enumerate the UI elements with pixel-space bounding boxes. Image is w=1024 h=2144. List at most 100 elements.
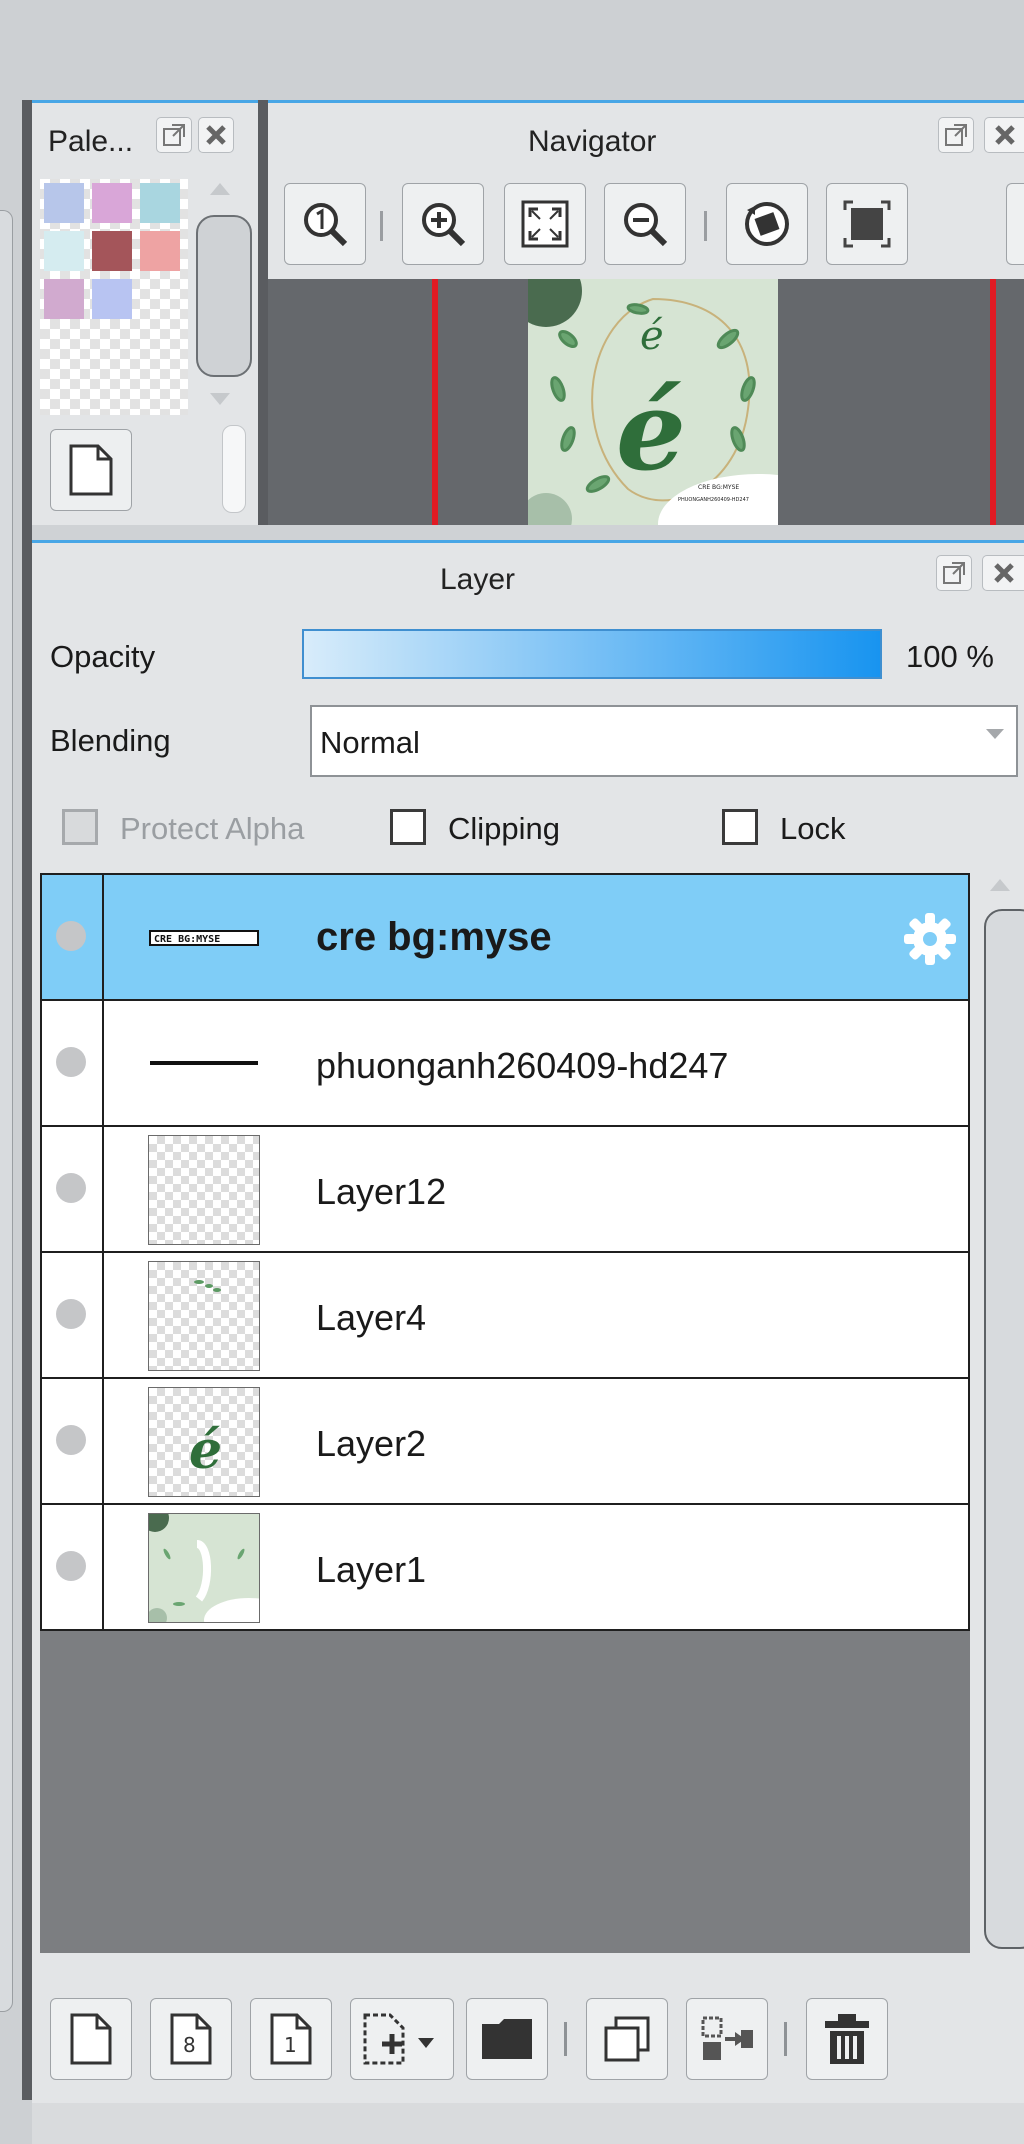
palette-swatch[interactable]	[44, 279, 84, 319]
zoom-100-icon	[304, 203, 348, 247]
palette-swatch[interactable]	[44, 183, 84, 223]
layer-row[interactable]: é Layer2	[40, 1377, 970, 1505]
rotate-icon	[745, 202, 789, 246]
visibility-dot-icon[interactable]	[56, 921, 86, 951]
flip-horizontal-button[interactable]	[826, 183, 908, 265]
layer-visibility-cell[interactable]	[42, 1001, 104, 1125]
layer-thumbnail	[148, 1261, 260, 1371]
layer-row[interactable]: Layer12	[40, 1125, 970, 1253]
layer-visibility-cell[interactable]	[42, 875, 104, 999]
navigator-close-icon[interactable]	[984, 117, 1024, 153]
new-1bit-layer-icon: 1	[270, 2013, 312, 2065]
palette-swatch-grid[interactable]	[40, 179, 188, 415]
navigator-preview-area[interactable]: é é CRE BG:MYSE PHUONGANH260409-HD247	[268, 279, 1024, 528]
layer-visibility-cell[interactable]	[42, 1505, 104, 1629]
layer-panel: Layer Opacity 100 % Blending Normal Prot…	[32, 540, 1024, 2144]
navigator-more-button[interactable]	[1006, 183, 1024, 265]
delete-layer-button[interactable]	[806, 1998, 888, 2080]
lock-checkbox[interactable]	[722, 809, 758, 845]
zoom-in-icon	[422, 203, 466, 247]
toolbar-separator	[380, 211, 383, 241]
layer-panel-title: Layer	[440, 563, 516, 596]
layer-thumbnail	[148, 1513, 260, 1623]
layer-name[interactable]: Layer12	[316, 1171, 446, 1213]
visibility-dot-icon[interactable]	[56, 1047, 86, 1077]
duplicate-layer-button[interactable]	[586, 1998, 668, 2080]
navigator-popout-icon[interactable]	[938, 117, 974, 153]
merge-layer-button[interactable]	[686, 1998, 768, 2080]
zoom-out-icon	[624, 203, 668, 247]
add-layer-menu-button[interactable]	[350, 1998, 454, 2080]
zoom-in-button[interactable]	[402, 183, 484, 265]
palette-swatch[interactable]	[140, 231, 180, 271]
layer-visibility-cell[interactable]	[42, 1127, 104, 1251]
new-folder-button[interactable]	[466, 1998, 548, 2080]
left-splitter[interactable]	[22, 100, 32, 2100]
blending-mode-value: Normal	[320, 725, 420, 760]
visibility-dot-icon[interactable]	[56, 1425, 86, 1455]
palette-swatch[interactable]	[140, 183, 180, 223]
zoom-out-button[interactable]	[604, 183, 686, 265]
palette-panel: Pale...	[32, 100, 258, 528]
navigator-toolbar	[268, 183, 1024, 279]
palette-new-button[interactable]	[50, 429, 132, 511]
left-panel-edge[interactable]	[0, 210, 13, 2012]
view-frame-right-edge	[990, 279, 996, 528]
visibility-dot-icon[interactable]	[56, 1299, 86, 1329]
thumbnail-caption-2: PHUONGANH260409-HD247	[678, 497, 749, 503]
reset-rotation-button[interactable]	[726, 183, 808, 265]
layer-row[interactable]: CRE BG:MYSE cre bg:myse	[40, 873, 970, 1001]
zoom-actual-size-button[interactable]	[284, 183, 366, 265]
new-layer-button[interactable]	[50, 1998, 132, 2080]
clipping-label: Clipping	[448, 811, 561, 846]
layer-list-scrollbar[interactable]	[972, 873, 1024, 1953]
new-8bit-layer-button[interactable]: 8	[150, 1998, 232, 2080]
layer-name[interactable]: phuonganh260409-hd247	[316, 1045, 728, 1087]
layer-row[interactable]: phuonganh260409-hd247	[40, 999, 970, 1127]
layer-row[interactable]: Layer4	[40, 1251, 970, 1379]
layer-visibility-cell[interactable]	[42, 1253, 104, 1377]
layer-name[interactable]: cre bg:myse	[316, 915, 552, 960]
panel-splitter-vertical[interactable]	[258, 100, 268, 525]
chevron-down-icon	[986, 729, 1004, 739]
layer-thumbnail: é	[148, 1387, 260, 1497]
layer-name[interactable]: Layer2	[316, 1423, 426, 1465]
toolbar-separator	[704, 211, 707, 241]
palette-swatch[interactable]	[92, 183, 132, 223]
visibility-dot-icon[interactable]	[56, 1551, 86, 1581]
thumbnail-small-letter: é	[640, 313, 664, 359]
blending-mode-dropdown[interactable]: Normal	[310, 705, 1018, 777]
palette-scrollbar[interactable]	[188, 179, 252, 415]
protect-alpha-checkbox[interactable]	[62, 809, 98, 845]
layer-popout-icon[interactable]	[936, 555, 972, 591]
layer-row[interactable]: Layer1	[40, 1503, 970, 1631]
opacity-slider[interactable]	[302, 629, 882, 679]
scroll-up-arrow-icon[interactable]	[990, 879, 1010, 891]
layer-name[interactable]: Layer4	[316, 1297, 426, 1339]
palette-swatch[interactable]	[92, 231, 132, 271]
layer-close-icon[interactable]	[982, 555, 1024, 591]
layer-thumbnail: CRE BG:MYSE	[148, 883, 260, 993]
svg-text:1: 1	[284, 2033, 297, 2057]
opacity-value: 100 %	[906, 639, 994, 674]
palette-swatch[interactable]	[92, 279, 132, 319]
palette-size-slider[interactable]	[222, 425, 246, 513]
clipping-checkbox[interactable]	[390, 809, 426, 845]
fit-to-window-button[interactable]	[504, 183, 586, 265]
palette-popout-icon[interactable]	[156, 117, 192, 153]
visibility-dot-icon[interactable]	[56, 1173, 86, 1203]
layer-visibility-cell[interactable]	[42, 1379, 104, 1503]
scroll-down-arrow-icon[interactable]	[210, 393, 230, 405]
panel-splitter-horizontal[interactable]	[32, 525, 1024, 540]
layer-thumbnail	[148, 1009, 260, 1119]
palette-close-icon[interactable]	[198, 117, 234, 153]
palette-swatch[interactable]	[44, 231, 84, 271]
palette-scroll-thumb[interactable]	[196, 215, 252, 377]
layer-thumbnail	[148, 1135, 260, 1245]
layer-scroll-thumb[interactable]	[984, 909, 1024, 1949]
new-1bit-layer-button[interactable]: 1	[250, 1998, 332, 2080]
trash-icon	[825, 2014, 869, 2064]
layer-name[interactable]: Layer1	[316, 1549, 426, 1591]
scroll-up-arrow-icon[interactable]	[210, 183, 230, 195]
gear-icon[interactable]	[900, 909, 960, 969]
